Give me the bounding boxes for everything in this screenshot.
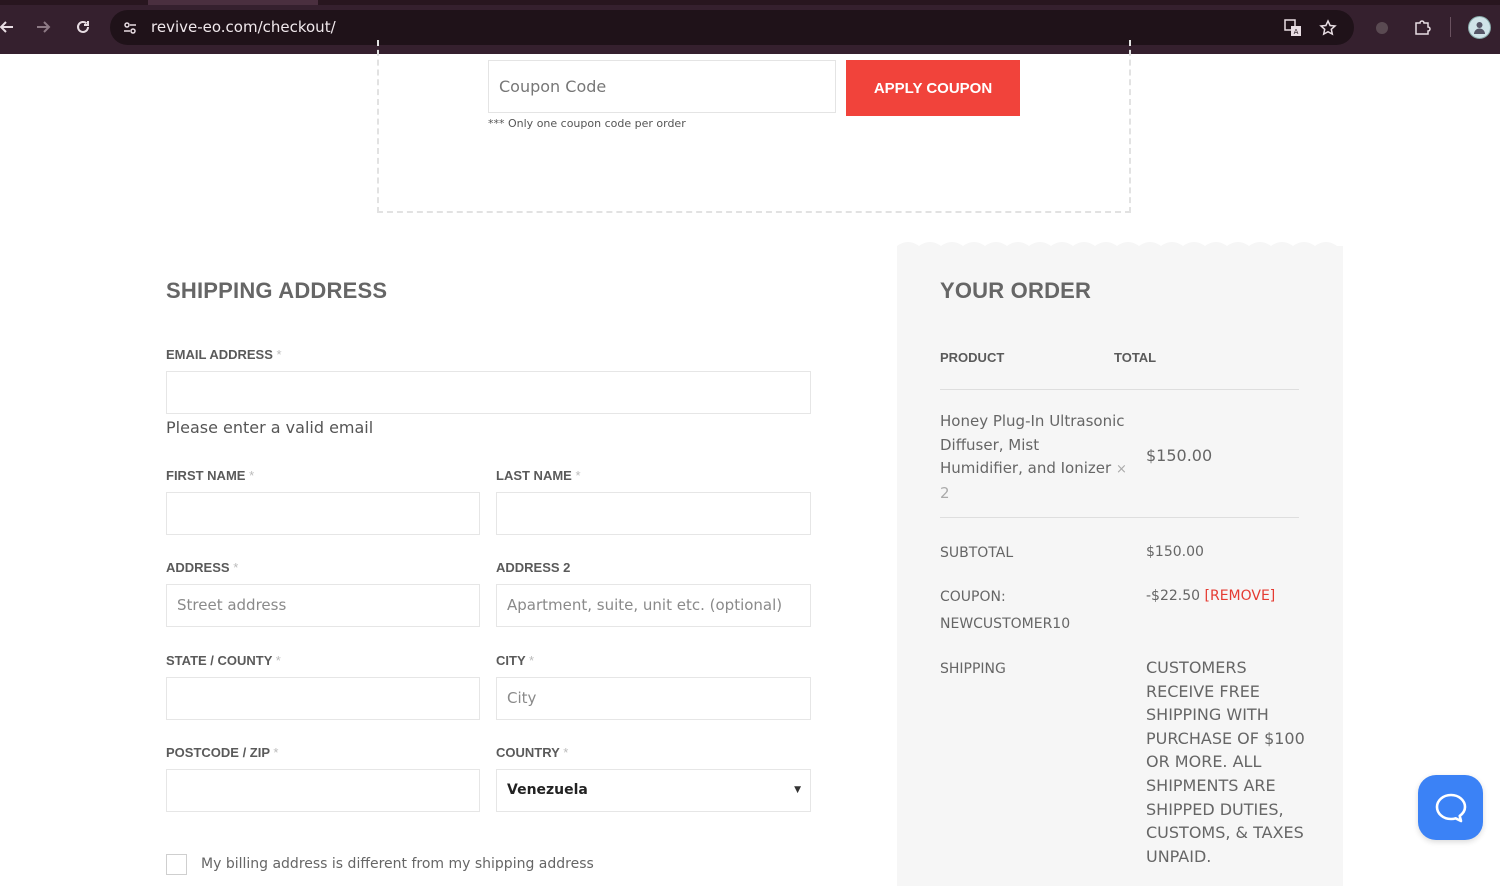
coupon-note: *** Only one coupon code per order: [488, 117, 686, 130]
times-sign: ×: [1115, 462, 1127, 477]
item-quantity: 2: [940, 483, 950, 502]
address-field[interactable]: Street address: [166, 584, 480, 627]
order-divider: [940, 389, 1299, 390]
address-label-text: ADDRESS: [166, 560, 230, 575]
remove-coupon-link[interactable]: [REMOVE]: [1205, 588, 1276, 604]
last-name-label-text: LAST NAME: [496, 468, 572, 483]
your-order-title: YOUR ORDER: [940, 278, 1092, 303]
coupon-discount: -$22.50 [REMOVE]: [1146, 588, 1275, 604]
tune-icon[interactable]: [120, 18, 140, 38]
state-label-text: STATE / COUNTY: [166, 653, 273, 668]
subtotal-value: $150.00: [1146, 544, 1204, 560]
required-marker: *: [273, 745, 279, 760]
postcode-label: POSTCODE / ZIP *: [166, 745, 278, 760]
required-marker: *: [276, 347, 282, 362]
required-marker: *: [275, 653, 281, 668]
coupon-code-input[interactable]: Coupon Code: [488, 60, 836, 113]
translate-icon[interactable]: A: [1282, 17, 1304, 39]
required-marker: *: [575, 468, 581, 483]
subtotal-label: SUBTOTAL: [940, 545, 1014, 561]
item-name-line: Humidifier, and Ionizer ×: [940, 457, 1127, 482]
toolbar-divider: [1450, 17, 1451, 37]
order-item-name: Honey Plug-In Ultrasonic Diffuser, Mist …: [940, 410, 1127, 505]
billing-different-label[interactable]: My billing address is different from my …: [201, 856, 594, 872]
city-label: CITY *: [496, 653, 534, 668]
order-divider: [940, 517, 1299, 518]
coupon-label: COUPON:: [940, 589, 1006, 605]
email-label-text: EMAIL ADDRESS: [166, 347, 273, 362]
reload-icon[interactable]: [70, 14, 96, 40]
item-name-text: Humidifier, and Ionizer: [940, 459, 1112, 477]
last-name-field[interactable]: [496, 492, 811, 535]
postcode-field[interactable]: [166, 769, 480, 812]
chat-launcher-button[interactable]: [1418, 775, 1483, 840]
city-label-text: CITY: [496, 653, 526, 668]
first-name-field[interactable]: [166, 492, 480, 535]
coupon-discount-value: -$22.50: [1146, 588, 1201, 604]
email-field[interactable]: [166, 371, 811, 414]
country-label-text: COUNTRY: [496, 745, 560, 760]
billing-different-checkbox[interactable]: [166, 854, 187, 875]
required-marker: *: [529, 653, 535, 668]
product-column-header: PRODUCT: [940, 350, 1005, 365]
dropdown-caret-icon: ▼: [794, 785, 801, 795]
item-name-line: Honey Plug-In Ultrasonic: [940, 412, 1125, 430]
puzzle-extension-icon[interactable]: [1370, 15, 1394, 39]
city-field[interactable]: City: [496, 677, 811, 720]
apply-coupon-button[interactable]: APPLY COUPON: [846, 60, 1020, 116]
first-name-label-text: FIRST NAME: [166, 468, 246, 483]
item-name-line: Diffuser, Mist: [940, 435, 1040, 454]
order-item-total: $150.00: [1146, 446, 1213, 465]
address-label: ADDRESS *: [166, 560, 238, 575]
state-label: STATE / COUNTY *: [166, 653, 281, 668]
required-marker: *: [563, 745, 569, 760]
shipping-label: SHIPPING: [940, 661, 1006, 677]
country-label: COUNTRY *: [496, 745, 568, 760]
email-error: Please enter a valid email: [166, 418, 374, 437]
coupon-code: NEWCUSTOMER10: [940, 616, 1071, 632]
email-label: EMAIL ADDRESS *: [166, 347, 282, 362]
active-tab[interactable]: [148, 0, 318, 5]
total-column-header: TOTAL: [1114, 350, 1157, 365]
chat-bubble-icon: [1435, 793, 1466, 822]
postcode-label-text: POSTCODE / ZIP: [166, 745, 270, 760]
address2-label: ADDRESS 2: [496, 560, 571, 575]
avatar[interactable]: [1468, 16, 1491, 39]
shipping-note: CUSTOMERS RECEIVE FREE SHIPPING WITH PUR…: [1146, 658, 1305, 866]
star-icon[interactable]: [1317, 17, 1339, 39]
svg-text:A: A: [1294, 28, 1299, 36]
forward-icon[interactable]: [30, 14, 56, 40]
required-marker: *: [249, 468, 255, 483]
last-name-label: LAST NAME *: [496, 468, 581, 483]
state-field[interactable]: [166, 677, 480, 720]
required-marker: *: [233, 560, 239, 575]
first-name-label: FIRST NAME *: [166, 468, 254, 483]
address2-field[interactable]: Apartment, suite, unit etc. (optional): [496, 584, 811, 627]
url-text[interactable]: revive-eo.com/checkout/: [151, 18, 336, 36]
country-value: Venezuela: [507, 782, 588, 798]
puzzle-icon[interactable]: [1410, 15, 1434, 39]
shipping-address-title: SHIPPING ADDRESS: [166, 278, 388, 303]
back-icon[interactable]: [0, 14, 20, 40]
country-select[interactable]: Venezuela ▼: [496, 769, 811, 812]
